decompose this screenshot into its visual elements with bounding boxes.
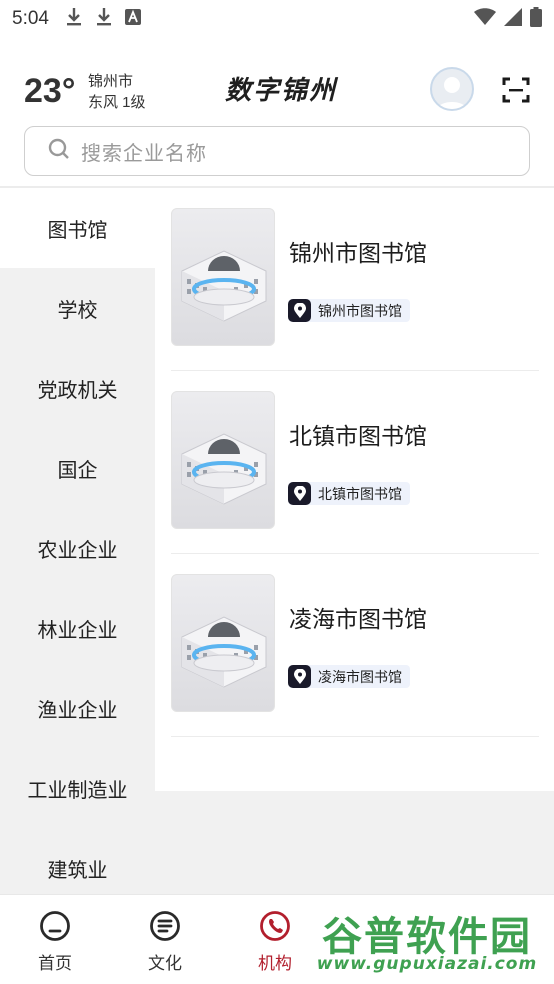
culture-icon — [148, 909, 182, 943]
download-icon — [65, 7, 83, 32]
sidebar-item-forestry[interactable]: 林业企业 — [0, 588, 155, 668]
sidebar-item-label: 学校 — [57, 299, 98, 322]
sidebar-item-fishery[interactable]: 渔业企业 — [0, 668, 155, 748]
library-building-image — [171, 208, 275, 346]
sidebar-item-label: 林业企业 — [37, 619, 118, 642]
app-header: 23° 锦州市 东风 1级 数字锦州 — [0, 60, 554, 120]
sidebar-item-state-owned[interactable]: 国企 — [0, 428, 155, 508]
location-tag-label: 北镇市图书馆 — [318, 485, 402, 502]
library-building-image — [171, 574, 275, 712]
scan-icon — [501, 77, 531, 109]
location-tag: 锦州市图书馆 — [288, 299, 410, 322]
sidebar-item-label: 国企 — [57, 459, 98, 482]
search-icon — [47, 137, 71, 166]
location-tag: 凌海市图书馆 — [288, 665, 410, 688]
location-tag: 北镇市图书馆 — [288, 482, 410, 505]
nav-label: 机构 — [258, 954, 292, 973]
sidebar-item-label: 农业企业 — [37, 539, 118, 562]
nav-home[interactable]: 首页 — [0, 895, 110, 984]
wifi-icon — [474, 7, 496, 31]
sidebar-item-manufacturing[interactable]: 工业制造业 — [0, 748, 155, 828]
organization-title: 北镇市图书馆 — [289, 423, 427, 449]
search-placeholder: 搜索企业名称 — [81, 142, 207, 165]
sidebar-item-label: 渔业企业 — [37, 699, 118, 722]
signal-icon — [504, 7, 522, 31]
sidebar-item-school[interactable]: 学校 — [0, 268, 155, 348]
nav-label: 文化 — [148, 954, 182, 973]
temperature: 23° — [24, 72, 76, 110]
list-item[interactable]: 锦州市图书馆 锦州市图书馆 — [171, 188, 539, 371]
library-building-image — [171, 391, 275, 529]
location-tag-label: 锦州市图书馆 — [318, 302, 402, 319]
sidebar-item-government[interactable]: 党政机关 — [0, 348, 155, 428]
organization-title: 锦州市图书馆 — [289, 240, 427, 266]
watermark-url: www.gupuxiazai.com — [316, 954, 538, 974]
status-time: 5:04 — [12, 8, 49, 29]
sidebar-item-agriculture[interactable]: 农业企业 — [0, 508, 155, 588]
scan-button[interactable] — [501, 75, 531, 105]
sidebar-item-label: 建筑业 — [47, 859, 108, 882]
font-icon — [124, 8, 141, 30]
organization-list: 锦州市图书馆 锦州市图书馆 北镇市图书馆 北镇市图书馆 凌海市图书馆 凌海市图书… — [155, 188, 554, 791]
avatar[interactable] — [430, 67, 474, 111]
list-item[interactable]: 凌海市图书馆 凌海市图书馆 — [171, 554, 539, 737]
location-pin-icon — [288, 482, 311, 505]
download-icon — [95, 7, 113, 32]
list-item[interactable]: 北镇市图书馆 北镇市图书馆 — [171, 371, 539, 554]
status-bar: 5:04 — [0, 0, 554, 38]
sidebar-item-label: 图书馆 — [47, 219, 108, 242]
organization-title: 凌海市图书馆 — [289, 606, 427, 632]
location-pin-icon — [288, 665, 311, 688]
phone-icon — [258, 909, 292, 943]
list-empty-area — [155, 791, 554, 894]
battery-icon — [530, 6, 542, 32]
location-tag-label: 凌海市图书馆 — [318, 668, 402, 685]
weather-city: 锦州市 — [88, 73, 134, 90]
sidebar-item-label: 工业制造业 — [27, 779, 128, 802]
home-icon — [38, 909, 72, 943]
search-input[interactable]: 搜索企业名称 — [24, 126, 530, 176]
location-pin-icon — [288, 299, 311, 322]
sidebar-item-library[interactable]: 图书馆 — [0, 188, 155, 268]
weather-wind: 东风 1级 — [88, 94, 146, 111]
category-sidebar: 图书馆 学校 党政机关 国企 农业企业 林业企业 渔业企业 工业制造业 建筑业 — [0, 188, 155, 894]
nav-label: 首页 — [38, 954, 72, 973]
nav-culture[interactable]: 文化 — [110, 895, 220, 984]
sidebar-item-label: 党政机关 — [37, 379, 118, 402]
site-watermark: 谷普软件园 www.gupuxiazai.com — [304, 898, 550, 980]
app-logo-title: 数字锦州 — [225, 76, 338, 106]
